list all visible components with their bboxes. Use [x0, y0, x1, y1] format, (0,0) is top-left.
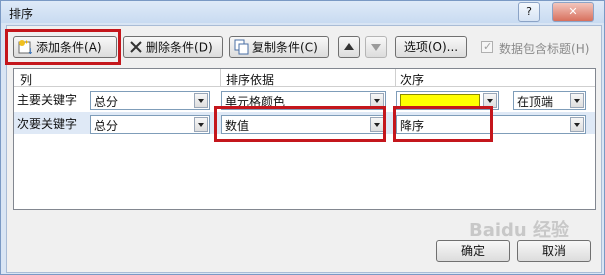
copy-condition-button[interactable]: 复制条件(C) [229, 36, 329, 58]
window-title: 排序 [9, 7, 34, 21]
secondary-column-value: 总分 [94, 119, 119, 133]
secondary-sort-on-value: 数值 [225, 119, 250, 133]
secondary-sort-on-select[interactable]: 数值 [221, 115, 386, 134]
header-separator [14, 86, 595, 87]
primary-position-select[interactable]: 在顶端 [513, 91, 586, 110]
chevron-down-icon [483, 93, 497, 108]
header-divider [220, 69, 221, 87]
header-checkbox-text: 数据包含标题(H) [499, 40, 589, 57]
options-button[interactable]: 选项(O)... [395, 36, 467, 58]
delete-condition-button[interactable]: 删除条件(D) [123, 36, 223, 58]
sort-dialog: 排序 ? ✕ ↓ 添加条件(A) 删除条件(D) 复制条件(C) 选项(O)..… [0, 0, 605, 275]
primary-column-value: 总分 [94, 95, 119, 109]
header-checkbox-label: 数据包含标题 [499, 42, 572, 56]
move-down-button[interactable] [365, 36, 387, 58]
cancel-button[interactable]: 取消 [517, 240, 591, 262]
title-bar: 排序 ? ✕ [1, 1, 604, 23]
primary-position-value: 在顶端 [517, 95, 554, 109]
dialog-body: ↓ 添加条件(A) 删除条件(D) 复制条件(C) 选项(O)... ✓ 数据包… [6, 25, 602, 273]
secondary-key-label: 次要关键字 [17, 117, 78, 131]
secondary-order-select[interactable]: 降序 [396, 115, 586, 134]
move-up-button[interactable] [338, 36, 360, 58]
delete-x-icon [128, 39, 144, 55]
primary-sort-on-value: 单元格颜色 [225, 95, 286, 109]
chevron-down-icon [194, 117, 208, 132]
move-up-icon [344, 43, 354, 50]
copy-icon [234, 39, 250, 55]
header-divider [395, 69, 396, 87]
svg-text:↓: ↓ [27, 47, 34, 55]
delete-condition-hotkey: (D) [194, 40, 213, 55]
copy-condition-label: 复制条件 [252, 40, 301, 55]
primary-sort-on-select[interactable]: 单元格颜色 [221, 91, 386, 110]
add-condition-label: 添加条件 [36, 40, 85, 55]
add-condition-button[interactable]: ↓ 添加条件(A) [13, 36, 117, 58]
close-button[interactable]: ✕ [552, 2, 594, 22]
help-button[interactable]: ? [518, 2, 540, 22]
header-checkbox[interactable]: ✓ [481, 40, 493, 53]
secondary-column-select[interactable]: 总分 [90, 115, 210, 134]
chevron-down-icon [194, 93, 208, 108]
yellow-color-swatch [400, 94, 480, 107]
secondary-order-value: 降序 [400, 119, 425, 133]
primary-key-label: 主要关键字 [17, 93, 78, 107]
chevron-down-icon [570, 117, 584, 132]
checkmark-icon: ✓ [483, 40, 493, 53]
copy-condition-hotkey: (C) [300, 40, 318, 55]
ok-button[interactable]: 确定 [436, 240, 510, 262]
chevron-down-icon [370, 93, 384, 108]
sort-conditions-grid: 列 排序依据 次序 主要关键字 总分 单元格颜色 在顶端 次要关键字 总分 数值… [13, 68, 596, 210]
primary-column-select[interactable]: 总分 [90, 91, 210, 110]
chevron-down-icon [570, 93, 584, 108]
watermark: Baidu 经验 [469, 220, 570, 241]
add-condition-icon: ↓ [18, 39, 34, 56]
add-condition-hotkey: (A) [84, 40, 102, 55]
chevron-down-icon [370, 117, 384, 132]
header-checkbox-hotkey: (H) [571, 42, 590, 56]
primary-order-color-select[interactable] [396, 91, 499, 110]
delete-condition-label: 删除条件 [146, 40, 195, 55]
move-down-icon [371, 44, 381, 51]
